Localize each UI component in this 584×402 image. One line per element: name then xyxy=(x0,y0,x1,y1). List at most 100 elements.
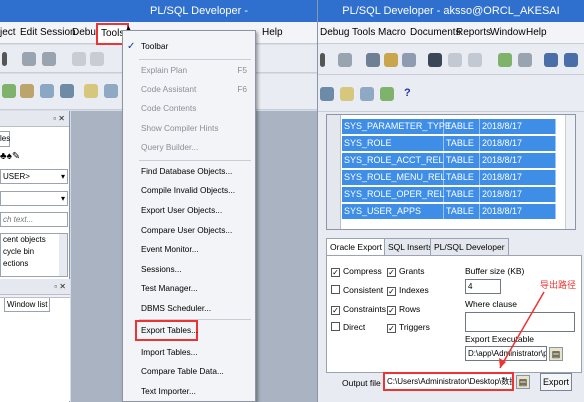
tables-grid[interactable]: SYS_PARAMETER_TYPETABLE2018/8/17 20:09:4… xyxy=(326,114,576,231)
left-title-bar: PL/SQL Developer - aksso@ORCL_AKESAI xyxy=(0,0,317,39)
indent-icon[interactable] xyxy=(544,53,558,67)
list-item[interactable]: ections xyxy=(3,258,67,270)
menu-item-test-manager[interactable]: Test Manager... xyxy=(123,279,255,298)
dropdown-icon[interactable] xyxy=(320,53,325,67)
menu-item-explain-plan[interactable]: Explain Plan F5 xyxy=(123,61,255,80)
cut-icon[interactable] xyxy=(72,52,86,66)
menu-item-query-builder[interactable]: Query Builder... xyxy=(123,138,255,157)
cut-icon[interactable] xyxy=(366,53,380,67)
list-item[interactable]: cent objects xyxy=(3,234,67,246)
menu-item-dbms-scheduler[interactable]: DBMS Scheduler... xyxy=(123,299,255,318)
right-title-bar: PL/SQL Developer - aksso@ORCL_AKESAI xyxy=(318,0,584,22)
menu-item-sessions[interactable]: Sessions... xyxy=(123,260,255,279)
menu-item-compiler-hints[interactable]: Show Compiler Hints xyxy=(123,119,255,138)
folder-open-icon[interactable]: ▤ xyxy=(549,347,563,361)
menu-item-find-db-objects[interactable]: Find Database Objects... xyxy=(123,162,255,181)
stop-icon[interactable] xyxy=(320,87,334,101)
commit-icon[interactable] xyxy=(340,87,354,101)
menu-separator xyxy=(139,160,251,161)
buffer-size-label: Buffer size (KB) xyxy=(465,266,525,276)
table-row[interactable]: SYS_ROLETABLE2018/8/17 20:09:40 xyxy=(342,136,556,163)
paste-icon[interactable] xyxy=(402,53,416,67)
browser-tools-icon[interactable]: ♣♠✎ xyxy=(0,151,20,162)
menu-help[interactable]: Help xyxy=(526,22,547,44)
indexes-checkbox[interactable]: ✓ Indexes xyxy=(387,285,429,296)
menu-reports[interactable]: Reports xyxy=(456,22,491,44)
menu-item-compare-table-data[interactable]: Compare Table Data... xyxy=(123,362,255,381)
object-type-cell: TABLE xyxy=(444,136,480,151)
annotation-arrow-icon xyxy=(499,291,545,369)
execute-icon[interactable] xyxy=(2,84,16,98)
menu-session[interactable]: Session xyxy=(40,22,76,44)
find-icon[interactable] xyxy=(428,53,442,67)
copy-icon[interactable] xyxy=(90,52,104,66)
menu-tools[interactable]: Tools xyxy=(352,22,375,44)
debug-icon[interactable] xyxy=(40,84,54,98)
table-row[interactable]: SYS_PARAMETER_TYPETABLE2018/8/17 20:09:4… xyxy=(342,119,556,146)
list-item[interactable]: cycle bin xyxy=(3,246,67,258)
menu-item-compile-invalid[interactable]: Compile Invalid Objects... xyxy=(123,181,255,200)
redo-icon[interactable] xyxy=(42,52,56,66)
grid-scrollbar[interactable] xyxy=(565,115,575,229)
menu-item-export-user-objects[interactable]: Export User Objects... xyxy=(123,201,255,220)
sql-icon[interactable] xyxy=(380,87,394,101)
pane-tab[interactable]: les xyxy=(0,131,10,147)
window-list-tab[interactable]: Window list xyxy=(4,298,51,312)
rollback-icon[interactable] xyxy=(104,84,118,98)
menu-item-event-monitor[interactable]: Event Monitor... xyxy=(123,240,255,259)
commit-icon[interactable] xyxy=(84,84,98,98)
step-icon[interactable] xyxy=(20,84,34,98)
consistent-checkbox[interactable]: Consistent xyxy=(331,285,383,296)
menu-documents[interactable]: Documents xyxy=(410,22,461,44)
created-date-cell: 2018/8/17 20:09:40 xyxy=(480,187,556,214)
table-row[interactable]: SYS_ROLE_OPER_RELTABLE2018/8/17 20:09:40 xyxy=(342,187,556,214)
nav-forward-icon[interactable] xyxy=(518,53,532,67)
menu-item-export-tables[interactable]: Export Tables... xyxy=(123,321,255,340)
undo-icon[interactable] xyxy=(338,53,352,67)
object-browser-pane: ▫ ✕ les ♣♠✎ USER> ▾ ▾ ch text... cent obj… xyxy=(0,111,70,402)
replace-icon[interactable] xyxy=(448,53,462,67)
tab-plsql-developer[interactable]: PL/SQL Developer xyxy=(430,238,509,256)
filter-input[interactable]: ch text... xyxy=(0,212,68,227)
window-list: Window list xyxy=(0,297,70,401)
scrollbar[interactable] xyxy=(59,234,67,276)
rollback-icon[interactable] xyxy=(360,87,374,101)
compress-checkbox[interactable]: ✓ Compress xyxy=(331,266,382,277)
user-combo[interactable]: USER> ▾ xyxy=(0,169,68,184)
menu-window[interactable]: Window xyxy=(490,22,526,44)
object-type-cell: TABLE xyxy=(444,204,480,219)
menu-project[interactable]: ject xyxy=(0,22,16,44)
replace-all-icon[interactable] xyxy=(468,53,482,67)
object-tree[interactable]: cent objects cycle bin ections xyxy=(0,233,68,277)
menu-item-import-tables[interactable]: Import Tables... xyxy=(123,343,255,362)
unindent-icon[interactable] xyxy=(564,53,578,67)
menu-item-code-assistant[interactable]: Code Assistant F6 xyxy=(123,80,255,99)
menu-item-text-importer[interactable]: Text Importer... xyxy=(123,382,255,401)
copy-icon[interactable] xyxy=(384,53,398,67)
menu-debug[interactable]: Debug xyxy=(320,22,349,44)
help-icon[interactable]: ? xyxy=(404,87,411,99)
menu-item-code-contents[interactable]: Code Contents xyxy=(123,99,255,118)
tab-oracle-export[interactable]: Oracle Export xyxy=(326,238,386,256)
undo-icon[interactable] xyxy=(22,52,36,66)
dropdown-icon[interactable] xyxy=(2,52,7,66)
output-file-label: Output file xyxy=(342,378,381,388)
menu-edit[interactable]: Edit xyxy=(20,22,37,44)
rows-checkbox[interactable]: ✓ Rows xyxy=(387,304,420,315)
table-row[interactable]: SYS_USER_APPS TABLE 2018/8/17 20:09:40 xyxy=(342,204,556,231)
menu-item-compare-user-objects[interactable]: Compare User Objects... xyxy=(123,221,255,240)
grants-checkbox[interactable]: ✓ Grants xyxy=(387,266,425,277)
menu-macro[interactable]: Macro xyxy=(378,22,406,44)
constraints-checkbox[interactable]: ✓ Constraints xyxy=(331,304,386,315)
nav-back-icon[interactable] xyxy=(498,53,512,67)
menu-help[interactable]: Help xyxy=(262,22,283,44)
tab-sql-inserts[interactable]: SQL Inserts xyxy=(384,238,437,256)
table-row[interactable]: SYS_ROLE_ACCT_RELTABLE2018/8/17 20:09:40 xyxy=(342,153,556,180)
stop-icon[interactable] xyxy=(60,84,74,98)
menu-item-toolbar[interactable]: ✓ Toolbar xyxy=(123,37,255,56)
triggers-checkbox[interactable]: ✓ Triggers xyxy=(387,322,430,333)
table-row[interactable]: SYS_ROLE_MENU_RELTABLE2018/8/17 20:09:40 xyxy=(342,170,556,197)
object-type-combo[interactable]: ▾ xyxy=(0,191,68,206)
direct-checkbox[interactable]: Direct xyxy=(331,322,365,333)
right-window-title: PL/SQL Developer - aksso@ORCL_AKESAI xyxy=(342,5,560,17)
